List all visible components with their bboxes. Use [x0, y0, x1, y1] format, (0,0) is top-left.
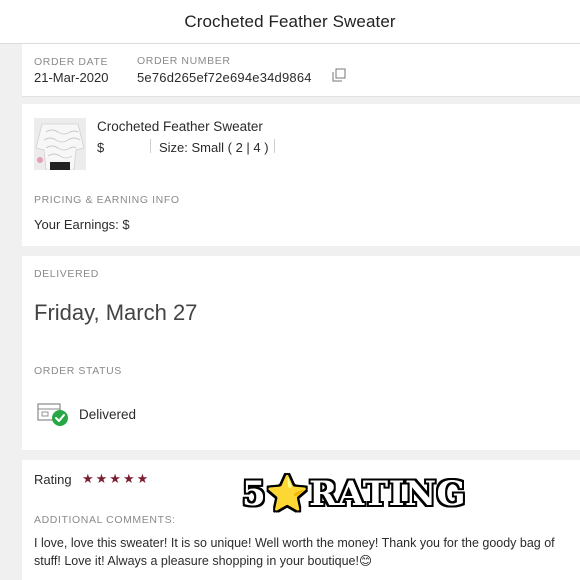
rating-overlay-text: 5⭐RATING — [242, 474, 467, 514]
product-size: Size: Small ( 2 | 4 ) — [159, 140, 269, 155]
product-thumbnail[interactable] — [34, 118, 86, 170]
delivered-date: Friday, March 27 — [34, 300, 198, 325]
order-number-label: ORDER NUMBER — [137, 55, 231, 67]
page-title: Crocheted Feather Sweater — [184, 11, 396, 31]
order-number-value: 5e76d265ef72e694e34d9864 — [137, 70, 312, 85]
divider — [22, 96, 580, 97]
earnings-value: Your Earnings: $ — [34, 217, 130, 232]
rating-label: Rating — [34, 472, 72, 487]
order-status-card: ORDER STATUS Delivered — [22, 350, 580, 450]
pricing-label: PRICING & EARNING INFO — [34, 194, 180, 206]
product-name[interactable]: Crocheted Feather Sweater — [97, 119, 263, 134]
rating-card: Rating ★★★★★ 5⭐RATING ADDITIONAL COMMENT… — [22, 460, 580, 580]
product-card[interactable]: Crocheted Feather Sweater $ Size: Small … — [22, 104, 580, 182]
divider — [274, 139, 275, 153]
delivered-card: DELIVERED Friday, March 27 — [22, 256, 580, 350]
copy-icon[interactable] — [332, 68, 346, 82]
divider — [150, 139, 151, 153]
product-price: $ — [97, 140, 105, 155]
comment-text: I love, love this sweater! It is so uniq… — [34, 536, 555, 568]
pricing-card: PRICING & EARNING INFO Your Earnings: $ — [22, 182, 580, 246]
comments-label: ADDITIONAL COMMENTS: — [34, 514, 176, 526]
order-info-card: ORDER DATE 21-Mar-2020 ORDER NUMBER 5e76… — [22, 44, 580, 96]
delivered-label: DELIVERED — [34, 268, 99, 280]
order-date-value: 21-Mar-2020 — [34, 70, 109, 85]
order-status-value: Delivered — [79, 407, 137, 422]
order-date-label: ORDER DATE — [34, 56, 109, 68]
top-bar: Crocheted Feather Sweater — [0, 0, 580, 44]
order-status-label: ORDER STATUS — [34, 365, 122, 377]
rating-stars: ★★★★★ — [82, 471, 151, 486]
delivered-box-check-icon — [37, 403, 68, 426]
